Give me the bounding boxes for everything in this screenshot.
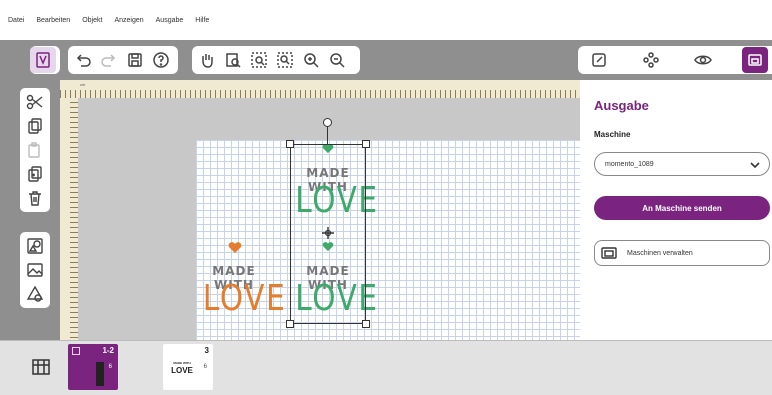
mat-1-label: 1-2 — [102, 346, 114, 355]
image-button[interactable] — [22, 258, 48, 282]
mat-2-line2: LOVE — [171, 366, 193, 375]
duplicate-icon — [28, 166, 42, 182]
undo-button[interactable] — [70, 47, 96, 73]
pan-button[interactable] — [194, 47, 220, 73]
workspace-tabs — [578, 46, 772, 74]
design-orange-line2[interactable]: LOVE — [203, 278, 285, 319]
machine-label: Maschine — [594, 130, 631, 139]
save-icon — [128, 53, 142, 67]
grid-icon — [32, 359, 50, 375]
divider — [0, 340, 772, 341]
mat-select-icon — [72, 347, 80, 355]
chevron-down-icon — [750, 162, 760, 169]
help-button[interactable] — [148, 47, 174, 73]
resize-handle-bottom-right[interactable] — [362, 320, 370, 328]
resize-handle-top-left[interactable] — [286, 140, 294, 148]
trash-icon — [29, 191, 41, 206]
zoom-selection-icon — [251, 52, 267, 68]
tab-arrange[interactable] — [638, 47, 664, 73]
move-icon[interactable] — [321, 226, 335, 240]
mat-2-preview: MADE WITH LOVE — [169, 360, 195, 390]
view-group — [192, 46, 360, 74]
ruler-unit: cm — [80, 82, 86, 87]
mat-thumbnail-2[interactable]: 3 6 MADE WITH LOVE — [163, 344, 213, 390]
redo-icon — [101, 54, 116, 67]
copy-icon — [28, 118, 42, 134]
zoom-in-button[interactable] — [298, 47, 324, 73]
cut-button[interactable] — [22, 90, 48, 114]
edit-icon — [592, 53, 606, 67]
machine-select[interactable]: momento_1089 — [594, 152, 770, 176]
mat-1-count: 6 — [108, 364, 112, 370]
menu-ausgabe[interactable]: Ausgabe — [156, 17, 184, 24]
rotate-handle[interactable] — [323, 118, 332, 127]
heart-orange — [228, 242, 242, 253]
resize-handle-bottom-left[interactable] — [286, 320, 294, 328]
menu-hilfe[interactable]: Hilfe — [195, 17, 209, 24]
undo-icon — [76, 54, 91, 67]
zoom-page-button[interactable] — [220, 47, 246, 73]
design-mode-icon — [36, 52, 50, 68]
manage-machines-button[interactable]: Maschinen verwalten — [594, 240, 770, 266]
machine-icon — [601, 247, 617, 259]
rotate-handle-line — [327, 126, 328, 144]
scissors-icon — [26, 94, 43, 110]
shapes-button[interactable] — [22, 234, 48, 258]
tab-preview[interactable] — [690, 47, 716, 73]
design-mode-button[interactable] — [30, 47, 56, 73]
redo-button[interactable] — [96, 47, 122, 73]
edit-tools — [20, 88, 50, 212]
insert-tools — [20, 232, 50, 308]
zoom-in-icon — [304, 53, 319, 68]
hand-icon — [202, 54, 213, 68]
save-button[interactable] — [122, 47, 148, 73]
menu-bar: Datei Bearbeiten Objekt Anzeigen Ausgabe… — [0, 0, 772, 40]
shapes-icon — [27, 238, 43, 254]
ruler-top: cm — [60, 80, 580, 98]
mat-2-count: 6 — [203, 364, 207, 370]
zoom-out-button[interactable] — [324, 47, 350, 73]
mode-group — [30, 46, 60, 74]
machine-value: momento_1089 — [605, 160, 654, 168]
zoom-all-icon — [277, 52, 293, 68]
mat-bar: 1-2 6 3 6 MADE WITH LOVE — [0, 340, 772, 395]
panel-title: Ausgabe — [594, 98, 649, 113]
tab-design[interactable] — [586, 47, 612, 73]
menu-anzeigen[interactable]: Anzeigen — [114, 17, 143, 24]
output-panel: Ausgabe Maschine momento_1089 An Maschin… — [580, 80, 772, 340]
trace-button[interactable] — [22, 282, 48, 306]
mat-1-preview — [96, 362, 104, 386]
image-icon — [27, 263, 43, 277]
send-to-machine-button[interactable]: An Maschine senden — [594, 196, 770, 220]
menu-bearbeiten[interactable]: Bearbeiten — [36, 17, 70, 24]
edit-group — [68, 46, 178, 74]
trace-icon — [26, 285, 44, 302]
help-icon — [153, 52, 169, 68]
output-icon — [748, 54, 762, 66]
zoom-page-icon — [226, 53, 241, 68]
mat-2-label: 3 — [204, 346, 209, 355]
tab-output[interactable] — [742, 47, 768, 73]
canvas[interactable]: MADE WITH LOVE MADE WITH LOVE MADE WITH … — [78, 98, 580, 340]
mat-grid-button[interactable] — [30, 356, 52, 378]
menu-objekt[interactable]: Objekt — [82, 17, 102, 24]
eye-icon — [694, 55, 712, 65]
menu-datei[interactable]: Datei — [8, 17, 24, 24]
mat-thumbnail-1[interactable]: 1-2 6 — [68, 344, 118, 390]
delete-button[interactable] — [22, 186, 48, 210]
duplicate-button[interactable] — [22, 162, 48, 186]
resize-handle-top-right[interactable] — [362, 140, 370, 148]
zoom-out-icon — [330, 53, 345, 68]
zoom-all-button[interactable] — [272, 47, 298, 73]
left-toolbar — [0, 80, 60, 340]
copy-button[interactable] — [22, 114, 48, 138]
paste-icon — [28, 142, 40, 158]
paste-button[interactable] — [22, 138, 48, 162]
manage-machines-label: Maschinen verwalten — [627, 249, 693, 257]
zoom-selection-button[interactable] — [246, 47, 272, 73]
arrange-icon — [643, 52, 659, 68]
ruler-left — [60, 98, 78, 340]
main-toolbar — [0, 40, 772, 80]
